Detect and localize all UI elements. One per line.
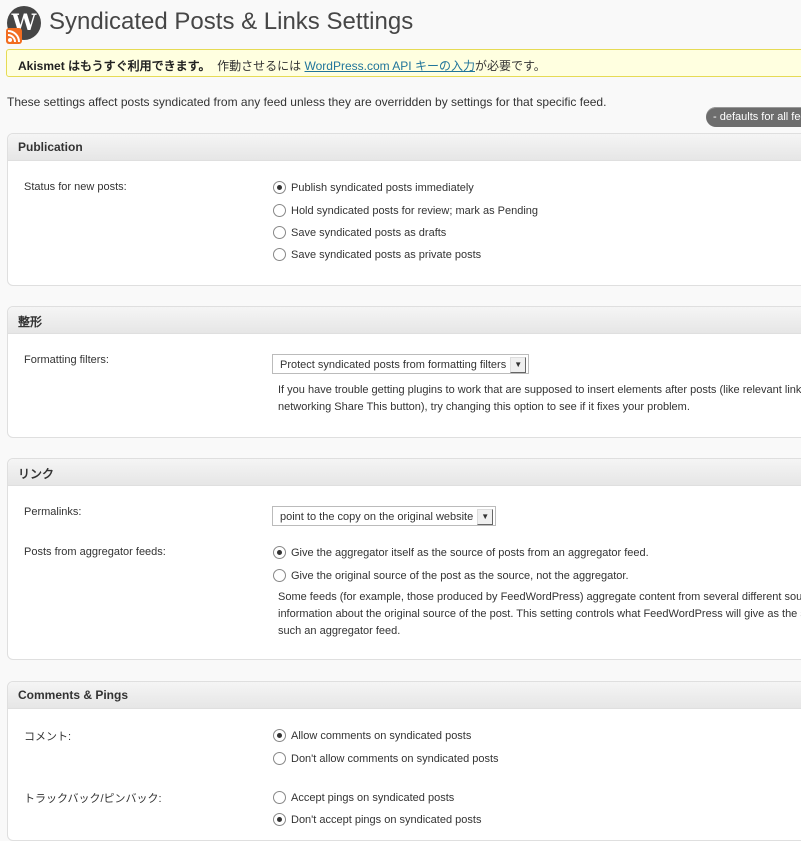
hold-for-review-option[interactable]: Hold syndicated posts for review; mark a… — [273, 204, 538, 218]
save-as-drafts-option[interactable]: Save syndicated posts as drafts — [273, 226, 446, 240]
aggregator-feeds-label: Posts from aggregator feeds: — [24, 546, 166, 558]
pings-label: トラックバック/ピンバック: — [24, 793, 162, 805]
publish-immediately-option[interactable]: Publish syndicated posts immediately — [273, 181, 474, 195]
radio-icon[interactable] — [273, 204, 286, 217]
intro-text: These settings affect posts syndicated f… — [7, 95, 607, 109]
radio-selected-icon[interactable] — [273, 181, 286, 194]
permalinks-label: Permalinks: — [24, 506, 82, 518]
publication-title: Publication — [18, 140, 83, 154]
notice-text-after: が必要です。 — [474, 59, 546, 73]
formatting-filters-select[interactable]: Protect syndicated posts from formatting… — [272, 354, 530, 374]
comments-box-header: Comments & Pings — [8, 682, 801, 709]
publication-box-header: Publication — [8, 134, 801, 161]
comments-box: Comments & Pings コメント: Allow comments on… — [7, 681, 801, 841]
radio-icon[interactable] — [273, 569, 286, 582]
formatting-title: 整形 — [18, 315, 43, 329]
radio-selected-icon[interactable] — [273, 546, 286, 559]
aggregator-as-source-option[interactable]: Give the aggregator itself as the source… — [273, 546, 649, 560]
radio-selected-icon[interactable] — [273, 729, 286, 742]
links-box: リンク Permalinks: point to the copy on the… — [7, 458, 801, 660]
akismet-notice: Akismet はもうすぐ利用できます。 作動させるには WordPress.c… — [6, 49, 801, 77]
defaults-for-all-feeds-tab[interactable]: - defaults for all feeds — [706, 107, 801, 127]
links-title: リンク — [18, 467, 55, 481]
formatting-box-header: 整形 — [8, 307, 801, 334]
page-title: Syndicated Posts & Links Settings — [49, 8, 414, 35]
comment-label: コメント: — [24, 731, 72, 743]
reject-pings-option[interactable]: Don't accept pings on syndicated posts — [273, 813, 481, 827]
chevron-down-icon[interactable]: ▼ — [477, 509, 494, 525]
save-as-private-option[interactable]: Save syndicated posts as private posts — [273, 248, 481, 262]
radio-icon[interactable] — [273, 226, 286, 239]
publication-box: Publication Status for new posts: Publis… — [7, 133, 801, 286]
status-label: Status for new posts: — [24, 181, 127, 193]
aggregator-help-text: Some feeds (for example, those produced … — [278, 591, 801, 637]
radio-icon[interactable] — [273, 752, 286, 765]
original-as-source-option[interactable]: Give the original source of the post as … — [273, 569, 629, 583]
rss-icon — [6, 28, 22, 44]
disallow-comments-option[interactable]: Don't allow comments on syndicated posts — [273, 752, 499, 766]
formatting-help-text: If you have trouble getting plugins to w… — [278, 384, 801, 413]
notice-text-before: 作動させるには — [217, 59, 302, 73]
accept-pings-option[interactable]: Accept pings on syndicated posts — [273, 791, 454, 805]
notice-bold-text: Akismet はもうすぐ利用できます。 — [18, 59, 211, 73]
comments-title: Comments & Pings — [18, 688, 129, 702]
permalinks-select[interactable]: point to the copy on the original websit… — [272, 506, 497, 526]
api-key-link[interactable]: WordPress.com API キーの入力 — [305, 59, 475, 73]
chevron-down-icon[interactable]: ▼ — [510, 357, 527, 373]
formatting-filters-label: Formatting filters: — [24, 354, 109, 366]
allow-comments-option[interactable]: Allow comments on syndicated posts — [273, 729, 471, 743]
radio-icon[interactable] — [273, 248, 286, 261]
links-box-header: リンク — [8, 459, 801, 486]
formatting-box: 整形 Formatting filters: Protect syndicate… — [7, 306, 801, 438]
radio-icon[interactable] — [273, 791, 286, 804]
